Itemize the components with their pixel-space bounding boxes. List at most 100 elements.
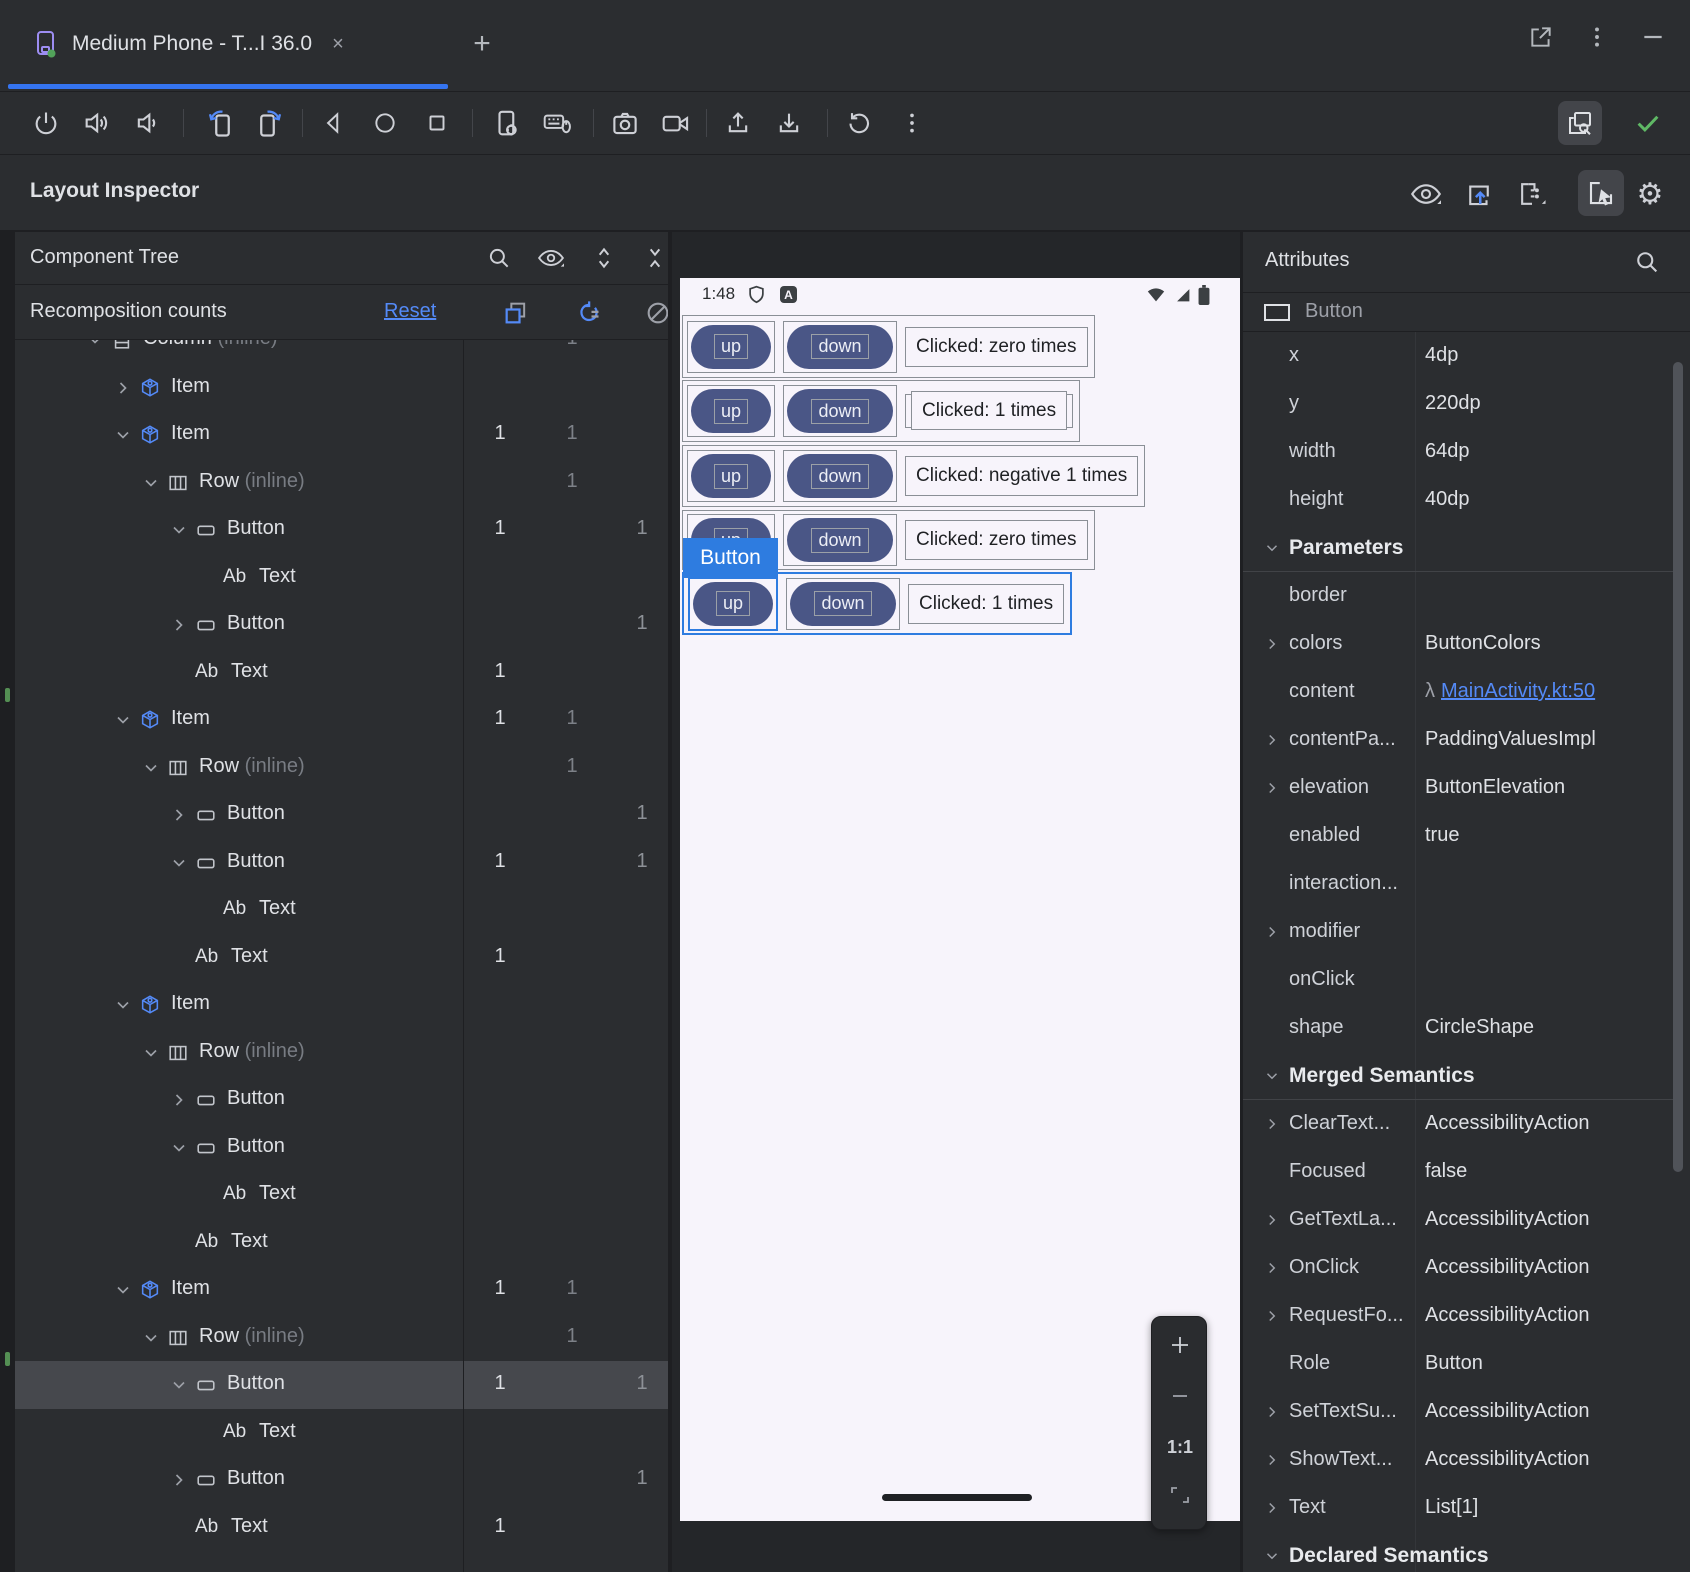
chevron-down-icon[interactable] <box>113 1280 133 1300</box>
expand-all-icon[interactable] <box>585 239 623 277</box>
tree-row-item[interactable]: Item <box>15 364 668 412</box>
tree-row-button[interactable]: Button1 <box>15 601 668 649</box>
recomposition-count-column-icon[interactable] <box>498 295 534 331</box>
tree-row-text[interactable]: AbText1 <box>15 1504 668 1552</box>
tree-row-button[interactable]: Button <box>15 1124 668 1172</box>
chevron-right-icon[interactable] <box>169 1470 189 1490</box>
chevron-right-icon[interactable] <box>1263 923 1281 941</box>
chevron-right-icon[interactable] <box>1263 731 1281 749</box>
reset-counts-link[interactable]: Reset <box>384 300 436 323</box>
tree-row-text[interactable]: AbText <box>15 1219 668 1267</box>
tree-search-icon[interactable] <box>480 239 518 277</box>
zoom-in-button[interactable] <box>1152 1325 1208 1365</box>
tree-view-options-icon[interactable] <box>1512 174 1552 214</box>
attributes-scrollbar[interactable] <box>1673 362 1683 1172</box>
android-home-icon[interactable] <box>365 103 405 143</box>
tree-row-row[interactable]: Row (inline) <box>15 1029 668 1077</box>
attributes-section-header[interactable]: Parameters <box>1243 524 1683 572</box>
tree-row-text[interactable]: AbText <box>15 554 668 602</box>
chevron-right-icon[interactable] <box>113 378 133 398</box>
select-component-button[interactable] <box>1578 170 1624 216</box>
tree-row-button[interactable]: Button11 <box>15 839 668 887</box>
screen-record-icon[interactable] <box>656 103 696 143</box>
tree-row-item[interactable]: Item11 <box>15 411 668 459</box>
export-snapshot-icon[interactable] <box>1459 174 1499 214</box>
hardware-input-icon[interactable] <box>537 103 577 143</box>
chevron-right-icon[interactable] <box>1263 1403 1281 1421</box>
tree-row-button[interactable]: Button11 <box>15 506 668 554</box>
rotate-right-icon[interactable] <box>250 103 290 143</box>
tree-row-button[interactable]: Button1 <box>15 791 668 839</box>
zoom-out-button[interactable] <box>1152 1376 1208 1416</box>
chevron-right-icon[interactable] <box>1263 1211 1281 1229</box>
up-button[interactable]: up <box>691 454 771 498</box>
zoom-to-fit-button[interactable] <box>1152 1475 1208 1515</box>
attribute-row[interactable]: colorsButtonColors <box>1243 620 1683 668</box>
chevron-down-icon[interactable] <box>169 1138 189 1158</box>
chevron-right-icon[interactable] <box>169 1090 189 1110</box>
up-button[interactable]: up <box>691 389 771 433</box>
attribute-row[interactable]: contentPa...PaddingValuesImpl <box>1243 716 1683 764</box>
chevron-down-icon[interactable] <box>1263 1547 1281 1565</box>
attribute-row[interactable]: TextList[1] <box>1243 1484 1683 1532</box>
attribute-row[interactable]: ShowText...AccessibilityAction <box>1243 1436 1683 1484</box>
chevron-right-icon[interactable] <box>169 805 189 825</box>
up-button[interactable]: up <box>693 582 773 626</box>
volume-up-icon[interactable] <box>76 103 116 143</box>
download-icon[interactable] <box>769 103 809 143</box>
chevron-right-icon[interactable] <box>1263 779 1281 797</box>
tree-row-row[interactable]: Row (inline)1 <box>15 1314 668 1362</box>
new-tab-button[interactable]: + <box>462 24 502 64</box>
chevron-right-icon[interactable] <box>1263 1307 1281 1325</box>
attribute-row[interactable]: ClearText...AccessibilityAction <box>1243 1100 1683 1148</box>
down-button[interactable]: down <box>790 582 896 626</box>
chevron-right-icon[interactable] <box>1263 1259 1281 1277</box>
settings-gear-icon[interactable]: ⚙ <box>1630 174 1670 214</box>
tree-row-button[interactable]: Button11 <box>15 1361 668 1409</box>
collapse-all-icon[interactable] <box>636 239 668 277</box>
tree-row-text[interactable]: AbText <box>15 1409 668 1457</box>
down-button[interactable]: down <box>787 389 893 433</box>
chevron-down-icon[interactable] <box>1263 539 1281 557</box>
volume-down-icon[interactable] <box>127 103 167 143</box>
chevron-down-icon[interactable] <box>141 758 161 778</box>
device-row[interactable]: up down Clicked: zero times <box>682 315 1095 378</box>
tree-row-text[interactable]: AbText1 <box>15 934 668 982</box>
attributes-search-icon[interactable] <box>1629 244 1665 280</box>
device-row[interactable]: up down Clicked: 1 times <box>682 380 1080 442</box>
attribute-row[interactable]: elevationButtonElevation <box>1243 764 1683 812</box>
chevron-down-icon[interactable] <box>113 995 133 1015</box>
tree-visibility-eye-icon[interactable] <box>532 239 570 277</box>
zoom-mode-button[interactable] <box>1558 101 1602 145</box>
chevron-down-icon[interactable] <box>141 1328 161 1348</box>
chevron-right-icon[interactable] <box>169 615 189 635</box>
power-button-icon[interactable] <box>26 103 66 143</box>
chevron-down-icon[interactable] <box>1263 1067 1281 1085</box>
tree-row-item[interactable]: Item <box>15 981 668 1029</box>
rotate-left-icon[interactable] <box>200 103 240 143</box>
chevron-right-icon[interactable] <box>1263 1451 1281 1469</box>
chevron-right-icon[interactable] <box>1263 1115 1281 1133</box>
down-button[interactable]: down <box>787 518 893 562</box>
chevron-down-icon[interactable] <box>169 853 189 873</box>
android-back-icon[interactable] <box>314 103 354 143</box>
tree-row-text[interactable]: AbText <box>15 1171 668 1219</box>
chevron-down-icon[interactable] <box>169 1375 189 1395</box>
upload-icon[interactable] <box>718 103 758 143</box>
attributes-section-header[interactable]: Merged Semantics <box>1243 1052 1683 1100</box>
tree-row-item[interactable]: Item11 <box>15 1266 668 1314</box>
recomposition-skip-column-icon[interactable] <box>570 295 606 331</box>
view-options-eye-icon[interactable] <box>1406 174 1446 214</box>
down-button[interactable]: down <box>787 325 893 369</box>
chevron-down-icon[interactable] <box>141 473 161 493</box>
tab-running-device[interactable]: Medium Phone - T...I 36.0 × <box>8 0 448 88</box>
zoom-actual-size-button[interactable]: 1:1 <box>1152 1427 1208 1467</box>
tab-close-icon[interactable]: × <box>332 33 344 56</box>
tree-row-row[interactable]: Row (inline)1 <box>15 744 668 792</box>
attribute-row[interactable]: GetTextLa...AccessibilityAction <box>1243 1196 1683 1244</box>
selected-component-breadcrumb[interactable]: Button <box>1243 293 1690 332</box>
chevron-down-icon[interactable] <box>169 520 189 540</box>
gesture-navigation-bar[interactable] <box>882 1494 1032 1501</box>
device-row[interactable]: up down Clicked: 1 times <box>682 572 1072 635</box>
attributes-section-header[interactable]: Declared Semantics <box>1243 1532 1683 1572</box>
